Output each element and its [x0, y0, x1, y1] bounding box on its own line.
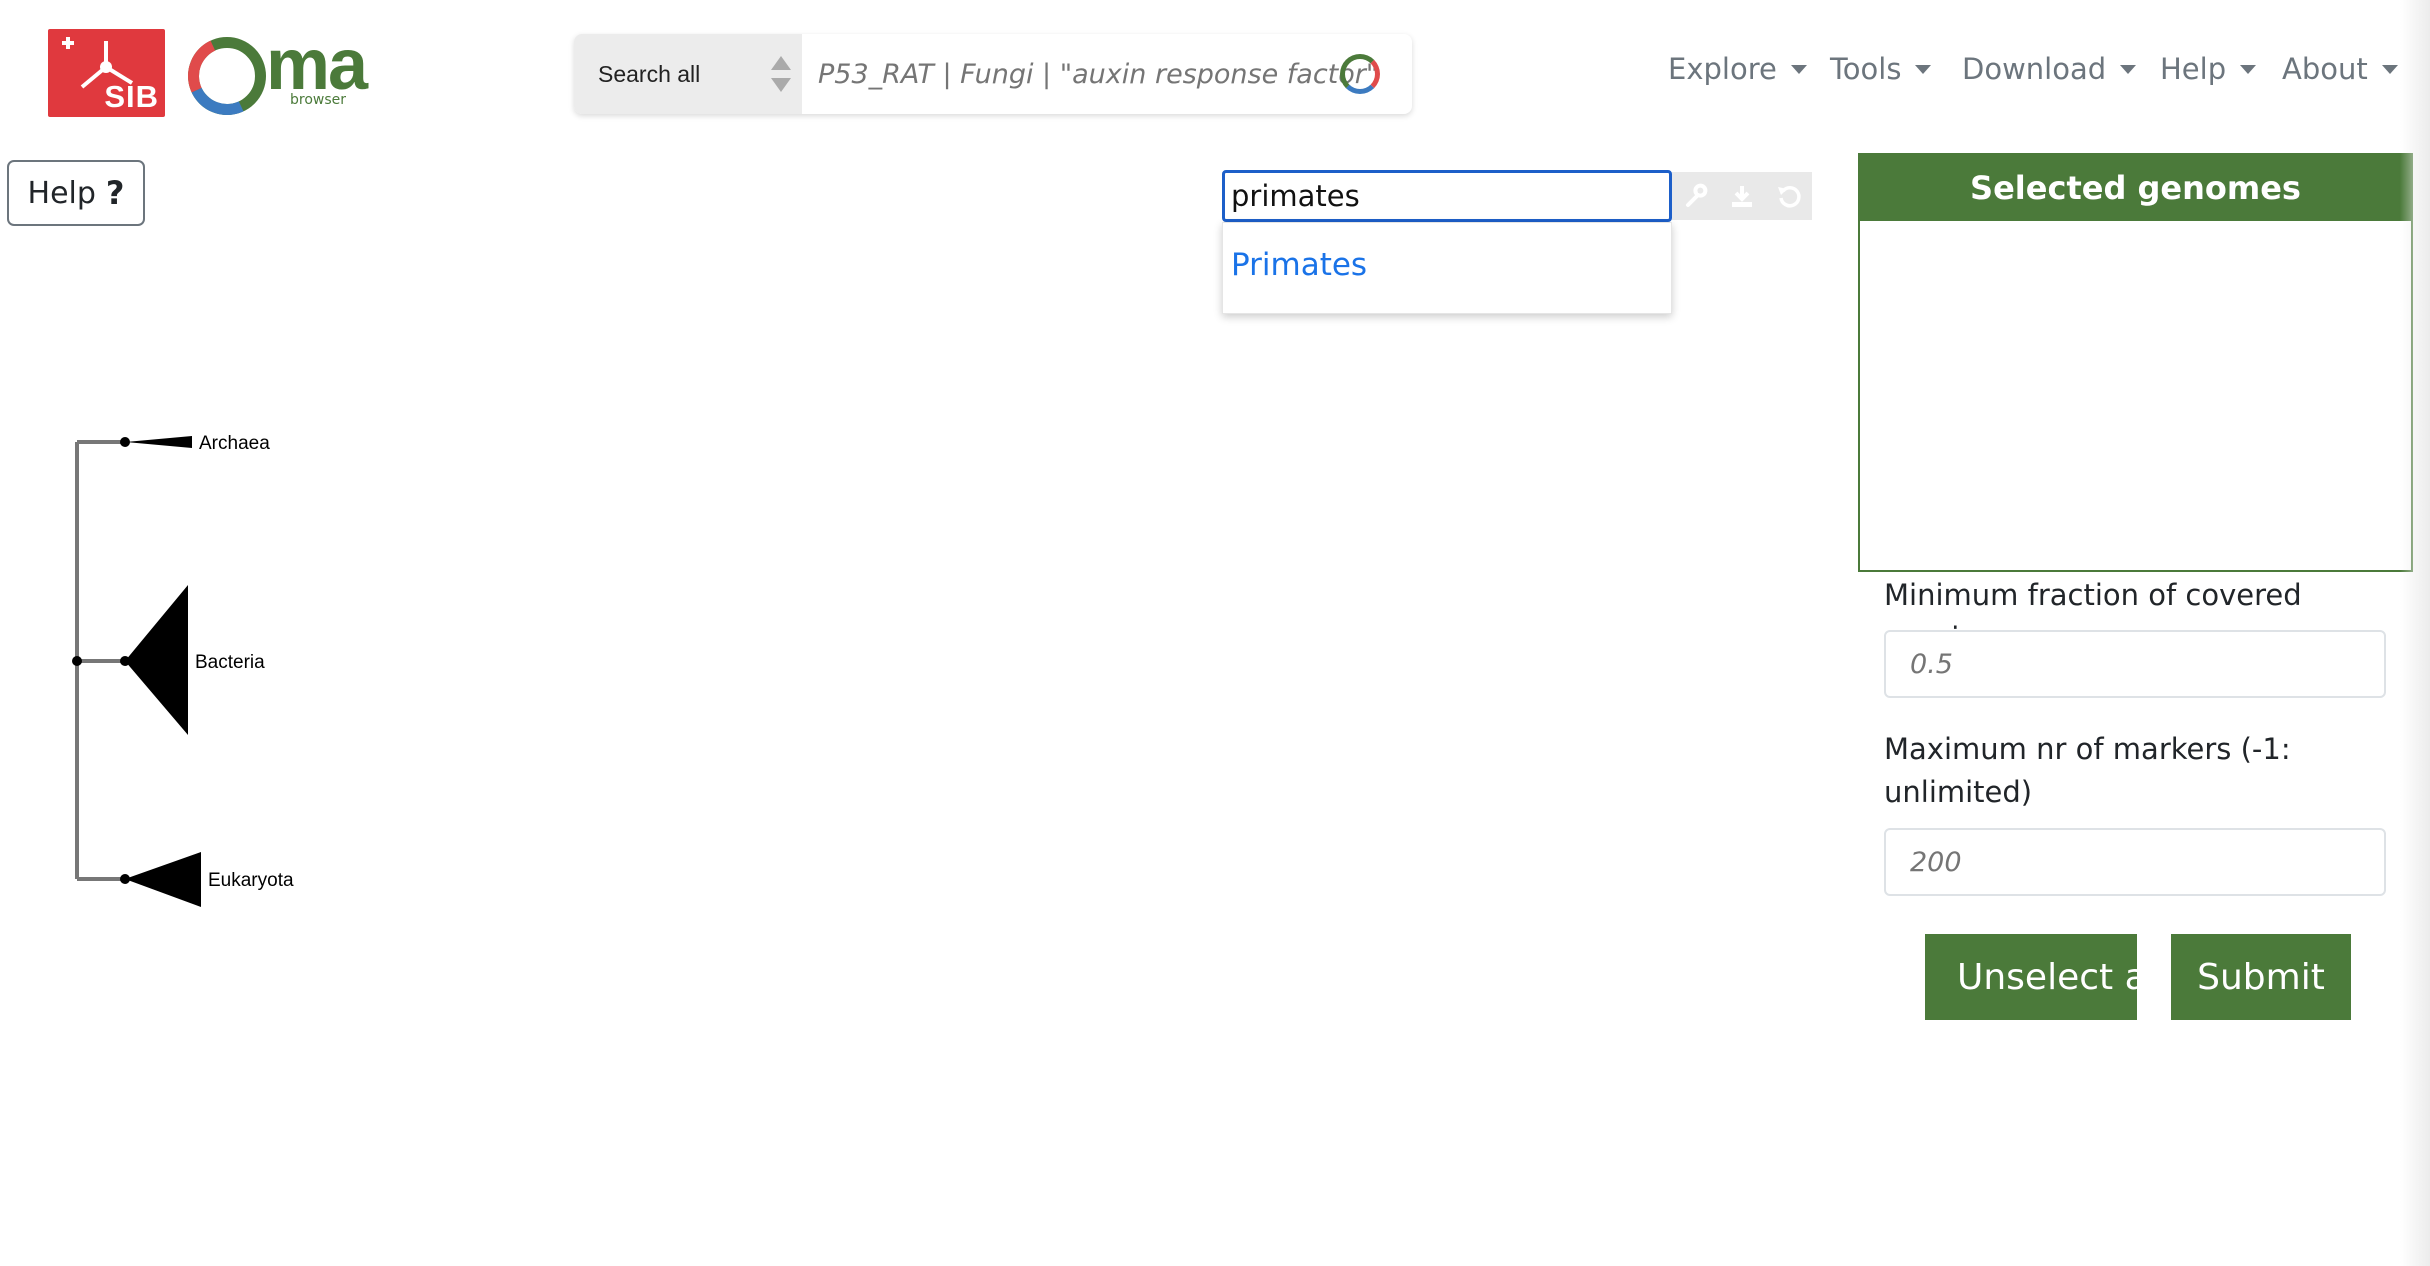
reset-icon[interactable] [1776, 183, 1802, 209]
sib-logo[interactable]: SIB [48, 29, 165, 117]
species-tree: Archaea Bacteria Eukaryota [72, 433, 294, 907]
nav-about-label: About [2282, 52, 2368, 86]
selected-genomes-title: Selected genomes [1860, 155, 2411, 221]
nav-help[interactable]: Help [2160, 52, 2257, 86]
search-scope-select[interactable]: Search all [574, 34, 802, 114]
nav-tools-label: Tools [1830, 52, 1902, 86]
unselect-all-label: Unselect all [1957, 956, 2137, 998]
global-search-input[interactable] [802, 34, 1412, 114]
collapsed-clade-archaea[interactable] [125, 436, 192, 448]
chevron-down-icon [2240, 64, 2257, 74]
tree-search-suggestions: Primates [1222, 222, 1672, 314]
suggestion-primates[interactable]: Primates [1231, 247, 1367, 283]
chevron-down-icon [1915, 64, 1932, 74]
search-scope-label: Search all [598, 61, 701, 87]
tree-root-node[interactable] [72, 656, 82, 666]
collapsed-clade-bacteria[interactable] [125, 585, 188, 735]
question-icon: ? [105, 174, 125, 212]
chevron-down-icon [2120, 64, 2137, 74]
collapsed-clade-eukaryota[interactable] [125, 852, 201, 907]
select-arrows-icon [771, 56, 791, 92]
tree-label-eukaryota[interactable]: Eukaryota [208, 870, 294, 891]
nav-download-label: Download [1962, 52, 2107, 86]
global-search: Search all [574, 34, 1412, 114]
tree-toolbar [1672, 172, 1812, 220]
chevron-down-icon [2381, 64, 2398, 74]
chevron-down-icon [1790, 64, 1807, 74]
oma-logo-subtitle: browser [289, 92, 346, 108]
nav-help-label: Help [2160, 52, 2227, 86]
tree-label-bacteria[interactable]: Bacteria [195, 652, 265, 673]
scroll-shadow [2400, 0, 2430, 1266]
submit-button[interactable]: Submit [2171, 934, 2351, 1020]
unselect-all-button[interactable]: Unselect all [1925, 934, 2137, 1020]
tree-search-input[interactable] [1222, 170, 1672, 222]
nav-about[interactable]: About [2282, 52, 2398, 86]
help-button[interactable]: Help ? [7, 160, 145, 226]
nav-explore-label: Explore [1668, 52, 1777, 86]
nav-explore[interactable]: Explore [1668, 52, 1807, 86]
help-button-label: Help [27, 175, 96, 211]
sib-logo-text: SIB [104, 79, 159, 114]
loading-spinner-icon [1340, 54, 1380, 94]
wrench-icon[interactable] [1682, 183, 1708, 209]
submit-label: Submit [2197, 956, 2325, 998]
max-markers-input[interactable] [1884, 828, 2386, 896]
tree-label-archaea[interactable]: Archaea [199, 433, 270, 454]
min-fraction-input[interactable] [1884, 630, 2386, 698]
nav-download[interactable]: Download [1962, 52, 2137, 86]
selected-genomes-panel: Selected genomes [1858, 153, 2413, 572]
max-markers-label: Maximum nr of markers (-1: unlimited) [1884, 732, 2291, 809]
nav-tools[interactable]: Tools [1830, 52, 1932, 86]
oma-browser-logo[interactable]: ma browser [177, 25, 386, 126]
download-icon[interactable] [1729, 183, 1755, 209]
